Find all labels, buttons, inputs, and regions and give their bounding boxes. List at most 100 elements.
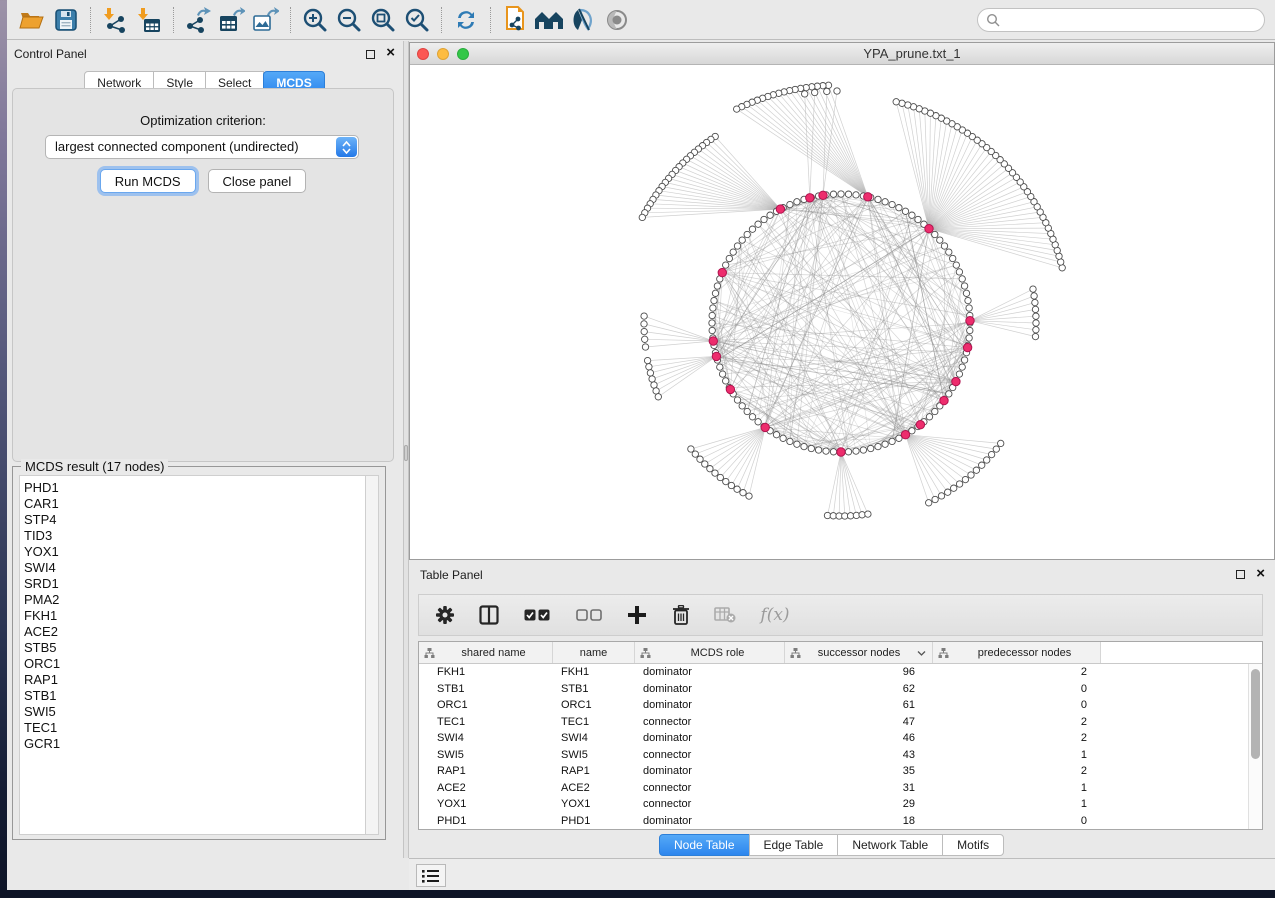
table-cell: ACE2 xyxy=(553,780,635,797)
mcds-result-item[interactable]: ORC1 xyxy=(24,656,365,672)
save-icon xyxy=(55,9,77,31)
delete-table-button[interactable] xyxy=(713,602,737,628)
table-tabs: Node TableEdge TableNetwork TableMotifs xyxy=(660,834,1004,856)
window-minimize-traffic-light[interactable] xyxy=(437,48,449,60)
table-row[interactable]: SWI4SWI4dominator462 xyxy=(419,730,1248,747)
tab-edge-table[interactable]: Edge Table xyxy=(749,834,839,856)
save-button[interactable] xyxy=(49,4,83,36)
zoom-out-button[interactable] xyxy=(332,4,366,36)
table-cell: TEC1 xyxy=(553,714,635,731)
table-row[interactable]: STB1STB1dominator620 xyxy=(419,681,1248,698)
table-cell: 29 xyxy=(785,796,933,813)
zoom-out-icon xyxy=(336,7,362,33)
mcds-result-item[interactable]: SRD1 xyxy=(24,576,365,592)
table-float-button[interactable] xyxy=(1236,570,1245,579)
deselect-all-button[interactable] xyxy=(573,602,605,628)
tab-node-table[interactable]: Node Table xyxy=(659,834,750,856)
column-header-name[interactable]: name xyxy=(553,642,635,663)
column-header-predecessor-nodes[interactable]: predecessor nodes xyxy=(933,642,1101,663)
table-row[interactable]: RAP1RAP1dominator352 xyxy=(419,763,1248,780)
table-row[interactable]: PHD1PHD1dominator180 xyxy=(419,813,1248,830)
export-table-button[interactable] xyxy=(215,4,249,36)
run-mcds-button[interactable]: Run MCDS xyxy=(100,169,196,193)
table-cell: YOX1 xyxy=(419,796,553,813)
show-columns-button[interactable] xyxy=(477,602,501,628)
table-row[interactable]: SWI5SWI5connector431 xyxy=(419,747,1248,764)
table-cell: dominator xyxy=(635,681,785,698)
mcds-result-item[interactable]: SWI5 xyxy=(24,704,365,720)
table-row[interactable]: FKH1FKH1dominator962 xyxy=(419,664,1248,681)
table-cell: YOX1 xyxy=(553,796,635,813)
zoom-in-icon xyxy=(302,7,328,33)
export-network-button[interactable] xyxy=(181,4,215,36)
table-cell: dominator xyxy=(635,813,785,830)
mcds-result-item[interactable]: PHD1 xyxy=(24,480,365,496)
mcds-result-item[interactable]: GCR1 xyxy=(24,736,365,752)
table-row[interactable]: ACE2ACE2connector311 xyxy=(419,780,1248,797)
select-all-button[interactable] xyxy=(521,602,553,628)
tab-motifs[interactable]: Motifs xyxy=(942,834,1004,856)
table-cell: 1 xyxy=(933,780,1101,797)
close-panel-button-mcds[interactable]: Close panel xyxy=(208,169,307,193)
column-header-successor-nodes[interactable]: successor nodes xyxy=(785,642,933,663)
table-close-button[interactable]: × xyxy=(1256,565,1265,582)
float-panel-button[interactable] xyxy=(366,50,375,59)
table-scrollbar-thumb[interactable] xyxy=(1251,669,1260,759)
mcds-result-item[interactable]: FKH1 xyxy=(24,608,365,624)
sort-desc-icon xyxy=(917,650,926,656)
mcds-result-item[interactable]: CAR1 xyxy=(24,496,365,512)
task-history-button[interactable] xyxy=(416,864,446,887)
mcds-result-scrollbar[interactable] xyxy=(365,475,379,835)
table-cell: dominator xyxy=(635,664,785,681)
mcds-result-item[interactable]: PMA2 xyxy=(24,592,365,608)
function-builder-button[interactable]: f(x) xyxy=(757,602,793,628)
delete-table-icon xyxy=(714,607,736,623)
zoom-in-button[interactable] xyxy=(298,4,332,36)
node-table-body: FKH1FKH1dominator962STB1STB1dominator620… xyxy=(419,664,1248,829)
table-scrollbar[interactable] xyxy=(1248,664,1262,829)
network-canvas[interactable] xyxy=(410,65,1274,559)
mcds-result-item[interactable]: TEC1 xyxy=(24,720,365,736)
zoom-fit-button[interactable] xyxy=(366,4,400,36)
window-close-traffic-light[interactable] xyxy=(417,48,429,60)
column-header-MCDS-role[interactable]: MCDS role xyxy=(635,642,785,663)
table-panel: Table Panel × f(x) shared namenameMCDS r… xyxy=(409,560,1275,858)
table-cell: 62 xyxy=(785,681,933,698)
table-cell: connector xyxy=(635,747,785,764)
toolbar-separator xyxy=(173,7,174,33)
splitter-grip[interactable] xyxy=(404,445,408,461)
table-row[interactable]: TEC1TEC1connector472 xyxy=(419,714,1248,731)
delete-button[interactable] xyxy=(669,602,693,628)
import-table-button[interactable] xyxy=(132,4,166,36)
table-row[interactable]: ORC1ORC1dominator610 xyxy=(419,697,1248,714)
mcds-result-item[interactable]: RAP1 xyxy=(24,672,365,688)
window-zoom-traffic-light[interactable] xyxy=(457,48,469,60)
import-network-button[interactable] xyxy=(98,4,132,36)
export-image-button[interactable] xyxy=(249,4,283,36)
table-cell: 47 xyxy=(785,714,933,731)
column-namespace-icon xyxy=(938,648,949,658)
table-cell: TEC1 xyxy=(419,714,553,731)
mcds-result-item[interactable]: STB1 xyxy=(24,688,365,704)
open-file-button[interactable] xyxy=(15,4,49,36)
column-namespace-icon xyxy=(640,648,651,658)
add-row-button[interactable] xyxy=(625,602,649,628)
table-cell: ORC1 xyxy=(419,697,553,714)
criterion-select[interactable]: largest connected component (undirected) xyxy=(45,135,359,159)
table-row[interactable]: YOX1YOX1connector291 xyxy=(419,796,1248,813)
main-region: YPA_prune.txt_1 Table Panel × f(x) xyxy=(409,0,1275,890)
mcds-result-item[interactable]: TID3 xyxy=(24,528,365,544)
tab-network-table[interactable]: Network Table xyxy=(837,834,943,856)
trash-icon xyxy=(672,605,690,625)
mcds-result-item[interactable]: ACE2 xyxy=(24,624,365,640)
mcds-result-item[interactable]: SWI4 xyxy=(24,560,365,576)
close-panel-button[interactable]: × xyxy=(386,45,395,61)
table-cell: STB1 xyxy=(553,681,635,698)
mcds-result-item[interactable]: STB5 xyxy=(24,640,365,656)
network-window-titlebar[interactable]: YPA_prune.txt_1 xyxy=(410,43,1274,65)
deselect-all-icon xyxy=(576,609,602,621)
mcds-result-item[interactable]: STP4 xyxy=(24,512,365,528)
mcds-result-item[interactable]: YOX1 xyxy=(24,544,365,560)
column-header-shared-name[interactable]: shared name xyxy=(419,642,553,663)
table-settings-button[interactable] xyxy=(433,602,457,628)
